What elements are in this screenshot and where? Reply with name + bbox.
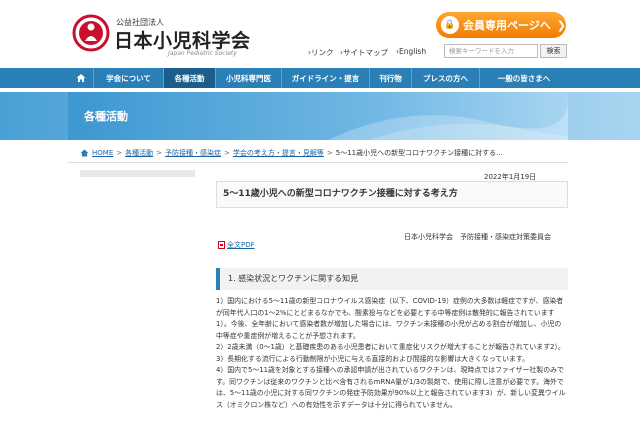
article-title: 5～11歳小児への新型コロナワクチン接種に対する考え方 — [216, 181, 568, 208]
link-english[interactable]: ›English — [396, 47, 426, 56]
breadcrumb-separator: > — [224, 149, 230, 157]
nav-pediatrician[interactable]: 小児科専門医 — [216, 68, 282, 88]
paragraph: 3）長期化する流行による行動制限が小児に与える直接的および間接的な影響は大きくな… — [216, 354, 530, 363]
pdf-icon — [218, 241, 225, 249]
pdf-link[interactable]: 全文PDF — [218, 240, 255, 250]
paragraph: 4）国内で5～11歳を対象とする接種への承認申請が出されているワクチンは、現時点… — [216, 366, 566, 409]
member-page-button[interactable]: 🔒 会員専用ページへ ❯ — [436, 12, 566, 38]
paragraph: 1）国内における5～11歳の新型コロナウイルス感染症（以下、COVID-19）症… — [216, 297, 564, 340]
pdf-link-label: 全文PDF — [227, 241, 255, 249]
member-button-label: 会員専用ページへ — [463, 19, 551, 32]
link-links[interactable]: ›リンク — [308, 47, 334, 58]
article-author: 日本小児科学会 予防接種・感染症対策委員会 — [404, 233, 551, 241]
breadcrumb-home[interactable]: HOME — [92, 149, 113, 157]
paragraph: 2）2歳未満（0～1歳）と基礎疾患のある小児患者において重症化リスクが増大するこ… — [216, 343, 565, 351]
breadcrumb-separator: > — [116, 149, 123, 157]
page-title: 各種活動 — [84, 110, 128, 123]
nav-publications[interactable]: 刊行物 — [370, 68, 412, 88]
chevron-right-icon: ❯ — [556, 18, 566, 32]
nav-activities[interactable]: 各種活動 — [164, 68, 216, 88]
breadcrumb-current: 5～11歳小児への新型コロナワクチン接種に対する… — [335, 149, 504, 157]
search-input[interactable]: 検索キーワードを入力 — [444, 44, 538, 58]
society-logo-icon[interactable] — [72, 14, 110, 52]
divider — [68, 162, 568, 163]
home-icon — [76, 74, 85, 82]
banner-decoration — [328, 100, 568, 140]
link-sitemap[interactable]: ›サイトマップ — [340, 47, 388, 58]
breadcrumb-separator: > — [156, 149, 162, 157]
page-banner: 各種活動 — [68, 92, 568, 140]
site-header: 公益社団法人 日本小児科学会 Japan Pediatric Society 🔒… — [0, 0, 640, 66]
breadcrumb-separator: > — [326, 149, 333, 157]
article-body: 1）国内における5～11歳の新型コロナウイルス感染症（以下、COVID-19）症… — [216, 296, 568, 411]
breadcrumb-activities[interactable]: 各種活動 — [125, 148, 153, 158]
home-icon — [80, 149, 89, 157]
lock-icon: 🔒 — [441, 16, 459, 34]
search-button[interactable]: 検索 — [540, 44, 567, 58]
nav-home[interactable] — [68, 68, 94, 88]
section-heading: 1. 感染状況とワクチンに関する知見 — [216, 268, 568, 290]
org-name-en: Japan Pediatric Society — [168, 50, 237, 57]
breadcrumb-vaccination[interactable]: 予防接種・感染症 — [165, 148, 221, 158]
breadcrumb: HOME > 各種活動 > 予防接種・感染症 > 学会の考え方・提言・見解等 >… — [80, 148, 503, 158]
nav-public[interactable]: 一般の皆さまへ — [480, 68, 568, 88]
sidebar-menu-header — [80, 170, 195, 177]
nav-press[interactable]: プレスの方へ — [412, 68, 480, 88]
nav-guidelines[interactable]: ガイドライン・提言 — [282, 68, 370, 88]
breadcrumb-opinions[interactable]: 学会の考え方・提言・見解等 — [233, 148, 324, 158]
nav-about[interactable]: 学会について — [94, 68, 164, 88]
org-name[interactable]: 日本小児科学会 — [114, 26, 251, 53]
main-nav: 学会について 各種活動 小児科専門医 ガイドライン・提言 刊行物 プレスの方へ … — [68, 68, 568, 88]
